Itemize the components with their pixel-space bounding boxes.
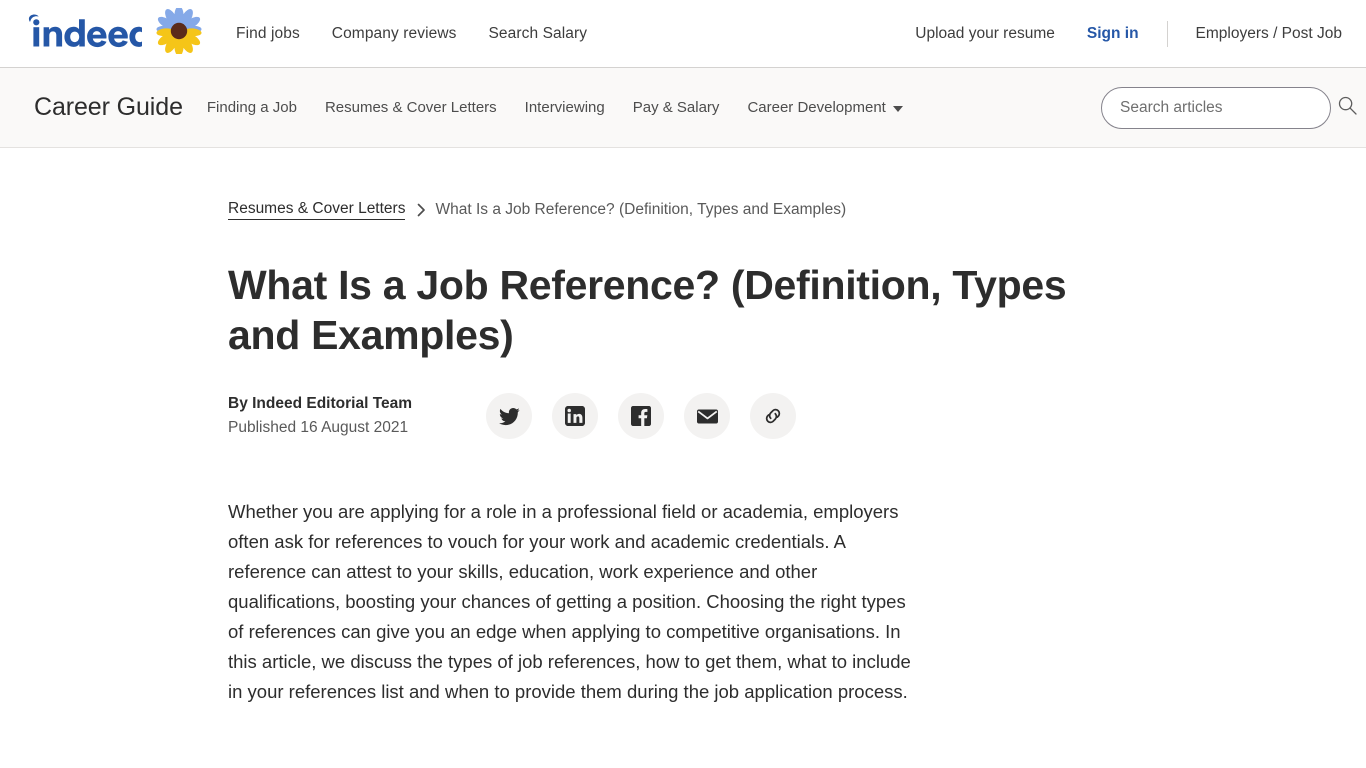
nav-item-company-reviews[interactable]: Company reviews — [332, 25, 457, 43]
search-area — [1101, 86, 1366, 129]
cg-nav-item-interviewing[interactable]: Interviewing — [525, 99, 605, 116]
article-meta-row: By Indeed Editorial Team Published 16 Au… — [228, 393, 1326, 439]
search-input[interactable] — [1101, 86, 1331, 129]
byline-published-date: Published 16 August 2021 — [228, 419, 409, 436]
twitter-icon — [498, 406, 520, 427]
linkedin-icon — [565, 406, 585, 426]
share-email-button[interactable] — [684, 393, 730, 439]
email-icon — [696, 406, 718, 427]
byline: By Indeed Editorial Team Published 16 Au… — [228, 393, 486, 439]
share-linkedin-button[interactable] — [552, 393, 598, 439]
article-body: Whether you are applying for a role in a… — [228, 497, 918, 707]
career-guide-nav: Career Guide Finding a Job Resumes & Cov… — [0, 68, 1366, 148]
article-main: Resumes & Cover Letters What Is a Job Re… — [0, 200, 1366, 707]
facebook-icon — [631, 406, 651, 426]
global-header: Find jobs Company reviews Search Salary … — [0, 0, 1366, 68]
cg-nav-item-career-development[interactable]: Career Development — [747, 99, 903, 116]
cg-nav-label: Resumes & Cover Letters — [324, 99, 497, 116]
employers-post-job-link[interactable]: Employers / Post Job — [1196, 25, 1342, 43]
nav-divider — [1166, 20, 1168, 47]
career-guide-title[interactable]: Career Guide — [34, 93, 183, 122]
nav-item-find-jobs[interactable]: Find jobs — [236, 25, 300, 43]
chevron-right-icon — [417, 203, 426, 217]
cg-nav-item-pay-salary[interactable]: Pay & Salary — [633, 99, 720, 116]
byline-author: By Indeed Editorial Team — [228, 395, 413, 412]
cg-nav-label: Interviewing — [524, 99, 605, 116]
link-icon — [762, 405, 784, 427]
cg-nav-label: Pay & Salary — [632, 99, 720, 116]
indeed-logo-link[interactable] — [26, 6, 202, 59]
search-icon[interactable] — [1337, 95, 1358, 121]
share-link-button[interactable] — [750, 393, 796, 439]
global-nav-right: Upload your resume Sign in Employers / P… — [915, 20, 1342, 47]
share-twitter-button[interactable] — [486, 393, 532, 439]
breadcrumb: Resumes & Cover Letters What Is a Job Re… — [228, 200, 1326, 220]
sign-in-link[interactable]: Sign in — [1087, 25, 1139, 43]
article-paragraph: Whether you are applying for a role in a… — [228, 501, 911, 702]
breadcrumb-current: What Is a Job Reference? (Definition, Ty… — [435, 201, 847, 218]
upload-resume-link[interactable]: Upload your resume — [915, 25, 1055, 43]
share-facebook-button[interactable] — [618, 393, 664, 439]
cg-nav-item-finding-a-job[interactable]: Finding a Job — [207, 99, 297, 116]
career-guide-nav-links: Finding a Job Resumes & Cover Letters In… — [207, 99, 903, 116]
nav-item-search-salary[interactable]: Search Salary — [488, 25, 587, 43]
breadcrumb-parent-link[interactable]: Resumes & Cover Letters — [228, 200, 406, 220]
cg-nav-item-resumes-cover-letters[interactable]: Resumes & Cover Letters — [325, 99, 497, 116]
global-nav-links: Find jobs Company reviews Search Salary — [236, 25, 587, 43]
page-title: What Is a Job Reference? (Definition, Ty… — [228, 262, 1067, 358]
cg-nav-label: Finding a Job — [206, 99, 297, 116]
share-buttons — [486, 393, 796, 439]
cg-nav-label: Career Development — [747, 99, 886, 116]
sunflower-icon — [156, 6, 202, 59]
indeed-wordmark-logo — [26, 14, 150, 53]
chevron-down-icon — [892, 105, 903, 112]
